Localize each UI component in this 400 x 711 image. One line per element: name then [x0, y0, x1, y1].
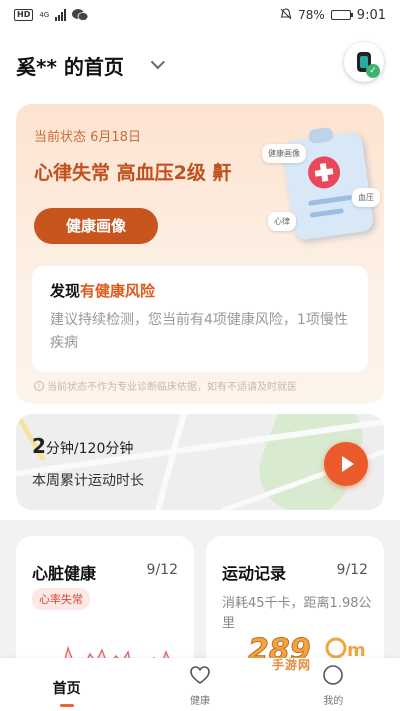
nav-item-health[interactable]: 健康	[133, 658, 266, 711]
status-date: 当前状态 6月18日	[34, 130, 141, 145]
disclaimer-text: 当前状态不作为专业诊断临床依据，如有不适请及时就医	[47, 382, 297, 393]
heart-icon	[190, 666, 210, 684]
clock-time: 9:01	[356, 7, 386, 23]
map-road	[149, 414, 189, 510]
alarm-icon	[280, 7, 292, 23]
risk-box[interactable]: 发现有健康风险 建议持续检测，您当前有4项健康风险，1项慢性疾病	[32, 266, 368, 372]
status-right: 78% 9:01	[280, 8, 386, 23]
profile-icon	[323, 665, 344, 685]
network-badge: 4G	[39, 11, 50, 19]
device-button[interactable]: ✓	[344, 42, 384, 82]
signal-icon	[55, 9, 67, 21]
medical-cross-icon	[305, 154, 343, 191]
status-left: HD 4G	[14, 9, 89, 21]
disclaimer: i 当前状态不作为专业诊断临床依据，如有不适请及时就医	[34, 378, 297, 393]
nav-label: 我的	[323, 696, 344, 707]
battery-percent: 78%	[298, 8, 325, 22]
risk-title: 发现有健康风险	[50, 280, 350, 301]
page-title[interactable]: 奚** 的首页	[16, 51, 124, 80]
exercise-card[interactable]: 2分钟/120分钟 本周累计运动时长	[16, 414, 384, 510]
illustration-tag: 健康画像	[262, 144, 306, 163]
health-status-card[interactable]: 当前状态 6月18日 心律失常 高血压2级 鼾 健康画像 健康画像 血压 心律 …	[16, 104, 384, 404]
nav-label: 首页	[52, 681, 81, 697]
page-header: 奚** 的首页 ✓	[0, 30, 400, 100]
exercise-goal: 分钟/120分钟	[45, 441, 134, 457]
nav-item-home[interactable]: 首页	[0, 658, 133, 711]
exercise-value: 2分钟/120分钟	[32, 434, 133, 458]
illustration-tag: 血压	[352, 188, 380, 207]
health-portrait-button[interactable]: 健康画像	[34, 208, 158, 244]
clipboard-illustration: 健康画像 血压 心律	[248, 118, 384, 248]
status-bar: HD 4G 78% 9:01	[0, 0, 400, 30]
sport-card-date: 9/12	[336, 562, 368, 578]
active-indicator	[59, 704, 74, 707]
sport-card-desc: 消耗45千卡，距离1.98公里	[222, 596, 372, 631]
risk-description: 建议持续检测，您当前有4项健康风险，1项慢性疾病	[50, 312, 348, 351]
status-badge: 心率失常	[32, 588, 90, 610]
hd-badge: HD	[14, 9, 34, 21]
chevron-down-icon[interactable]	[150, 55, 165, 70]
heart-card-title: 心脏健康	[32, 564, 97, 583]
check-icon: ✓	[366, 64, 380, 78]
heart-card-date: 9/12	[146, 562, 178, 578]
battery-icon	[330, 10, 353, 20]
illustration-tag: 心律	[268, 212, 296, 231]
play-icon[interactable]	[324, 442, 368, 486]
bottom-nav: 首页 健康 我的	[0, 658, 400, 711]
watermark-text: 手游网	[272, 658, 312, 672]
nav-label: 健康	[189, 696, 210, 707]
sport-card-title: 运动记录	[222, 564, 287, 583]
info-icon: i	[34, 380, 44, 391]
status-text: 心律失常 高血压2级 鼾	[34, 162, 232, 184]
exercise-label: 本周累计运动时长	[32, 473, 144, 489]
risk-highlight: 有健康风险	[80, 282, 156, 300]
risk-prefix: 发现	[50, 282, 81, 300]
exercise-minutes: 2	[32, 434, 46, 458]
wechat-icon	[72, 9, 89, 21]
